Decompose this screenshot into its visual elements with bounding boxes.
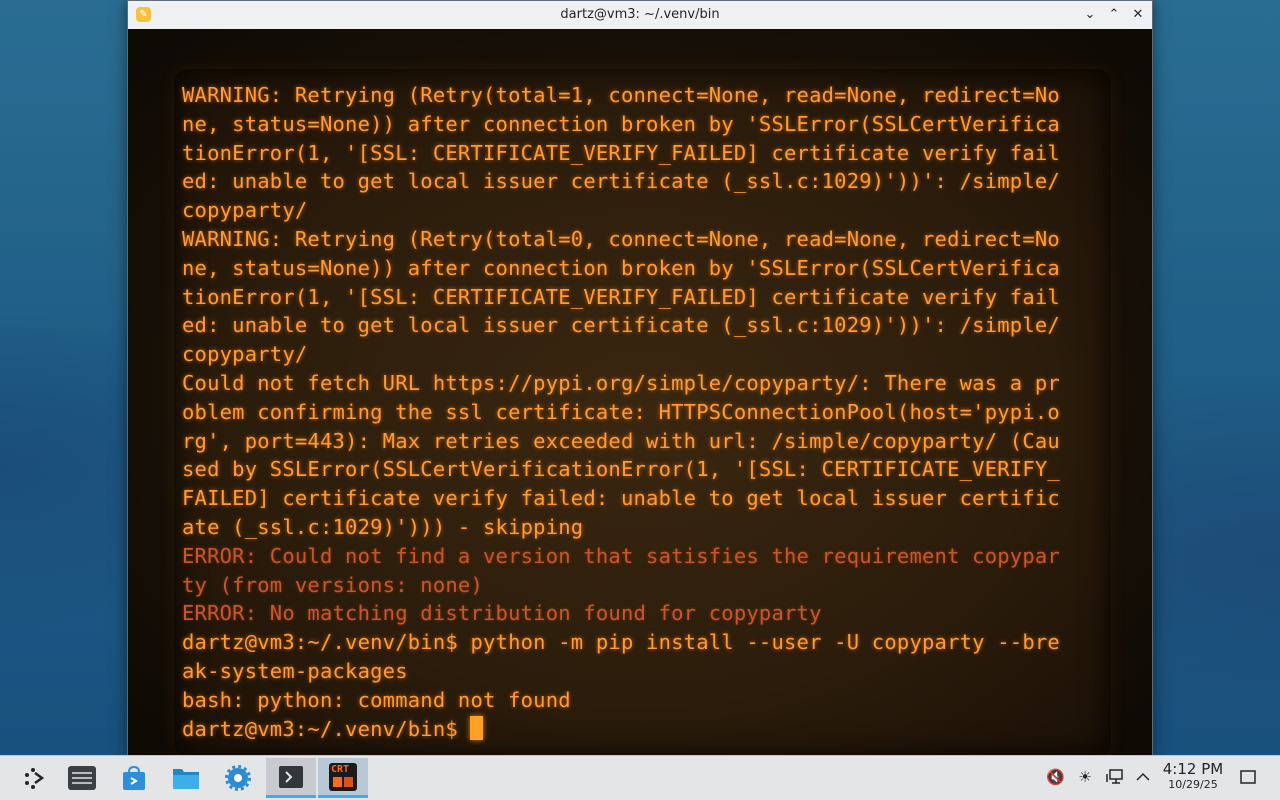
terminal-icon[interactable] [266, 758, 316, 798]
terminal-error-line: ty (from versions: none) [182, 572, 484, 597]
brightness-icon[interactable]: ☀ [1076, 768, 1094, 786]
terminal-error-line: ERROR: No matching distribution found fo… [182, 601, 822, 626]
terminal-line: ate (_ssl.c:1029)'))) - skipping [182, 514, 584, 539]
terminal-window[interactable]: ✎ dartz@vm3: ~/.venv/bin ⌄ ⌃ ✕ WARNING: … [127, 0, 1153, 757]
terminal-line: copyparty/ [182, 342, 308, 367]
window-titlebar[interactable]: ✎ dartz@vm3: ~/.venv/bin ⌄ ⌃ ✕ [128, 1, 1152, 30]
terminal-prompt-line[interactable]: dartz@vm3:~/.venv/bin$ [182, 715, 1102, 744]
application-launcher-icon[interactable] [12, 758, 56, 798]
terminal-line: WARNING: Retrying (Retry(total=0, connec… [182, 226, 1060, 251]
terminal-line: FAILED] certificate verify failed: unabl… [182, 486, 1060, 511]
discover-icon[interactable] [112, 758, 156, 798]
terminal-prompt: dartz@vm3:~/.venv/bin$ [182, 716, 471, 741]
close-icon[interactable]: ✕ [1128, 5, 1148, 25]
terminal-line: tionError(1, '[SSL: CERTIFICATE_VERIFY_F… [182, 140, 1060, 165]
minimize-icon[interactable]: ⌄ [1080, 5, 1100, 25]
terminal-error-line: ERROR: Could not find a version that sat… [182, 543, 1060, 568]
crt-app-icon: CRT [329, 762, 357, 791]
terminal-line: WARNING: Retrying (Retry(total=1, connec… [182, 83, 1060, 107]
clock[interactable]: 4:12 PM 10/29/25 [1158, 760, 1228, 792]
maximize-icon[interactable]: ⌃ [1104, 5, 1124, 25]
mouse-cursor-icon: I [816, 37, 821, 56]
cool-retro-term-icon[interactable]: CRT [318, 758, 368, 798]
terminal-line: oblem confirming the ssl certificate: HT… [182, 399, 1060, 424]
terminal-line: tionError(1, '[SSL: CERTIFICATE_VERIFY_F… [182, 284, 1060, 309]
terminal-line: ne, status=None)) after connection broke… [182, 111, 1060, 136]
crt-bezel: WARNING: Retrying (Retry(total=1, connec… [128, 29, 1152, 757]
taskbar: CRT 🔇 ☀ 4:12 PM 10/29/25 [0, 755, 1280, 800]
system-settings-icon[interactable] [216, 758, 260, 798]
show-desktop-icon[interactable] [1239, 768, 1257, 786]
file-manager-icon[interactable] [164, 758, 208, 798]
text-cursor [470, 715, 484, 740]
terminal-line: ak-system-packages [182, 658, 408, 683]
terminal-line: ne, status=None)) after connection broke… [182, 255, 1060, 280]
window-title: dartz@vm3: ~/.venv/bin [560, 7, 720, 22]
terminal-line: ed: unable to get local issuer certifica… [182, 169, 1060, 194]
crt-icon-label: CRT [331, 763, 350, 775]
volume-muted-icon[interactable]: 🔇 [1046, 768, 1065, 786]
network-icon[interactable] [1106, 768, 1124, 786]
terminal-line: ed: unable to get local issuer certifica… [182, 313, 1060, 338]
terminal-line: sed by SSLError(SSLCertVerificationError… [182, 457, 1060, 482]
clock-date: 10/29/25 [1168, 778, 1218, 791]
terminal-output[interactable]: WARNING: Retrying (Retry(total=1, connec… [182, 81, 1102, 743]
show-hidden-icon[interactable] [1134, 768, 1152, 786]
terminal-line: copyparty/ [182, 198, 308, 223]
terminal-line: rg', port=443): Max retries exceeded wit… [182, 428, 1060, 453]
crt-screen[interactable]: WARNING: Retrying (Retry(total=1, connec… [174, 69, 1111, 757]
clock-time: 4:12 PM [1162, 760, 1224, 778]
terminal-line: Could not fetch URL https://pypi.org/sim… [182, 370, 1060, 395]
terminal-line: dartz@vm3:~/.venv/bin$ python -m pip ins… [182, 630, 1060, 655]
pager-icon[interactable] [60, 758, 104, 798]
terminal-line: bash: python: command not found [182, 687, 571, 712]
